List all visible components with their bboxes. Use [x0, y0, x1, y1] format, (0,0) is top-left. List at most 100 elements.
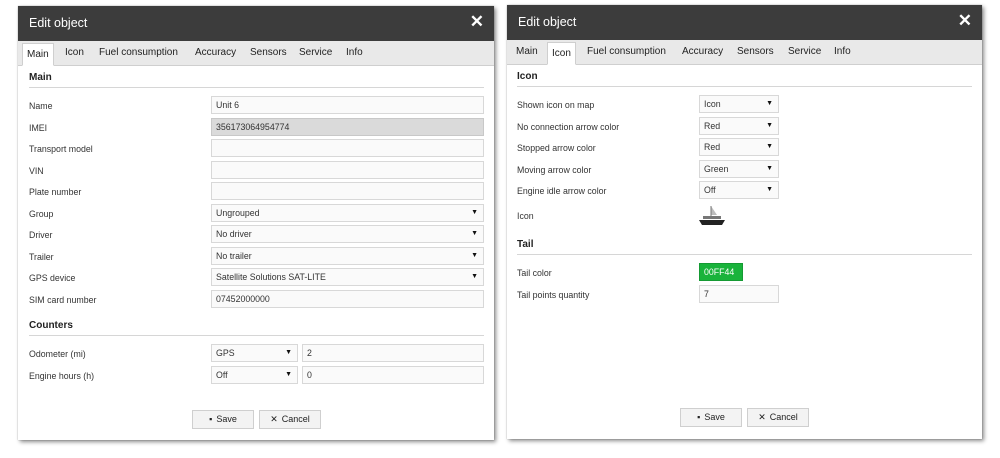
section-divider	[29, 87, 484, 88]
section-divider	[517, 254, 972, 255]
engine-hours-label: Engine hours (h)	[29, 371, 95, 381]
section-title-counters: Counters	[29, 320, 73, 331]
tab-accuracy[interactable]: Accuracy	[195, 47, 236, 58]
chevron-down-icon: ▼	[766, 100, 773, 107]
cancel-label: Cancel	[769, 412, 798, 422]
group-select[interactable]: Ungrouped ▼	[211, 204, 484, 222]
name-label: Name	[29, 101, 53, 111]
imei-label: IMEI	[29, 123, 48, 133]
odometer-source-value: GPS	[216, 348, 235, 358]
cancel-icon: ✕	[758, 412, 766, 422]
stopped-color-select[interactable]: Red ▼	[699, 138, 779, 156]
shown-icon-value: Icon	[704, 99, 721, 109]
save-label: Save	[216, 414, 237, 424]
close-icon[interactable]: ✕	[470, 12, 484, 32]
section-divider	[29, 335, 484, 336]
save-button[interactable]: ▪ Save	[192, 410, 254, 429]
moving-color-select[interactable]: Green ▼	[699, 160, 779, 178]
engine-hours-input[interactable]: 0	[302, 366, 484, 384]
tail-points-input[interactable]: 7	[699, 285, 779, 303]
engine-idle-color-value: Off	[704, 185, 716, 195]
engine-hours-source-select[interactable]: Off ▼	[211, 366, 298, 384]
dialog-title: Edit object	[518, 15, 577, 29]
dialog-title: Edit object	[29, 16, 88, 30]
save-icon: ▪	[697, 412, 701, 422]
edit-object-dialog-main: Edit object ✕ Main Icon Fuel consumption…	[18, 6, 494, 440]
plate-number-input[interactable]	[211, 182, 484, 200]
group-value: Ungrouped	[216, 208, 260, 218]
chevron-down-icon: ▼	[285, 371, 292, 378]
moving-color-value: Green	[704, 164, 729, 174]
chevron-down-icon: ▼	[471, 252, 478, 259]
tab-bar: Main Icon Fuel consumption Accuracy Sens…	[507, 40, 982, 65]
tab-main[interactable]: Main	[516, 46, 538, 57]
section-title-main: Main	[29, 72, 52, 83]
tab-sensors[interactable]: Sensors	[737, 46, 774, 57]
transport-model-label: Transport model	[29, 144, 93, 154]
dialog-titlebar: Edit object ✕	[507, 5, 982, 40]
tail-color-picker[interactable]: 00FF44	[699, 263, 743, 281]
tab-service[interactable]: Service	[788, 46, 821, 57]
plate-number-label: Plate number	[29, 187, 82, 197]
driver-value: No driver	[216, 229, 252, 239]
tab-icon[interactable]: Icon	[547, 42, 576, 65]
tab-fuel-consumption[interactable]: Fuel consumption	[587, 46, 666, 57]
cancel-label: Cancel	[281, 414, 310, 424]
tab-main[interactable]: Main	[22, 43, 54, 66]
tail-color-label: Tail color	[517, 268, 552, 278]
no-connection-color-value: Red	[704, 121, 721, 131]
driver-select[interactable]: No driver ▼	[211, 225, 484, 243]
section-title-icon: Icon	[517, 71, 538, 82]
sim-card-label: SIM card number	[29, 295, 97, 305]
moving-color-label: Moving arrow color	[517, 165, 592, 175]
name-input[interactable]: Unit 6	[211, 96, 484, 114]
transport-model-input[interactable]	[211, 139, 484, 157]
engine-idle-color-select[interactable]: Off ▼	[699, 181, 779, 199]
save-icon: ▪	[209, 414, 213, 424]
chevron-down-icon: ▼	[766, 122, 773, 129]
no-connection-color-select[interactable]: Red ▼	[699, 117, 779, 135]
stopped-color-value: Red	[704, 142, 721, 152]
vin-input[interactable]	[211, 161, 484, 179]
odometer-input[interactable]: 2	[302, 344, 484, 362]
save-button[interactable]: ▪ Save	[680, 408, 742, 427]
tail-points-label: Tail points quantity	[517, 290, 590, 300]
icon-label: Icon	[517, 211, 534, 221]
cancel-button[interactable]: ✕ Cancel	[747, 408, 809, 427]
tab-accuracy[interactable]: Accuracy	[682, 46, 723, 57]
chevron-down-icon: ▼	[471, 209, 478, 216]
engine-hours-source-value: Off	[216, 370, 228, 380]
trailer-label: Trailer	[29, 252, 54, 262]
gps-device-select[interactable]: Satellite Solutions SAT-LITE ▼	[211, 268, 484, 286]
chevron-down-icon: ▼	[766, 165, 773, 172]
tab-info[interactable]: Info	[834, 46, 851, 57]
sim-card-input[interactable]: 07452000000	[211, 290, 484, 308]
gps-device-value: Satellite Solutions SAT-LITE	[216, 272, 326, 282]
trailer-select[interactable]: No trailer ▼	[211, 247, 484, 265]
vin-label: VIN	[29, 166, 44, 176]
cancel-icon: ✕	[270, 414, 278, 424]
tab-sensors[interactable]: Sensors	[250, 47, 287, 58]
group-label: Group	[29, 209, 54, 219]
chevron-down-icon: ▼	[766, 186, 773, 193]
tab-fuel-consumption[interactable]: Fuel consumption	[99, 47, 178, 58]
close-icon[interactable]: ✕	[958, 11, 972, 31]
odometer-source-select[interactable]: GPS ▼	[211, 344, 298, 362]
shown-icon-select[interactable]: Icon ▼	[699, 95, 779, 113]
cancel-button[interactable]: ✕ Cancel	[259, 410, 321, 429]
tab-icon[interactable]: Icon	[65, 47, 84, 58]
gps-device-label: GPS device	[29, 273, 76, 283]
tab-info[interactable]: Info	[346, 47, 363, 58]
tab-bar: Main Icon Fuel consumption Accuracy Sens…	[18, 41, 494, 66]
driver-label: Driver	[29, 230, 53, 240]
odometer-label: Odometer (mi)	[29, 349, 86, 359]
chevron-down-icon: ▼	[471, 230, 478, 237]
boat-icon[interactable]	[697, 203, 727, 227]
chevron-down-icon: ▼	[471, 273, 478, 280]
shown-icon-label: Shown icon on map	[517, 100, 595, 110]
imei-input[interactable]: 356173064954774	[211, 118, 484, 136]
section-divider	[517, 86, 972, 87]
stopped-color-label: Stopped arrow color	[517, 143, 596, 153]
tab-service[interactable]: Service	[299, 47, 332, 58]
save-label: Save	[704, 412, 725, 422]
